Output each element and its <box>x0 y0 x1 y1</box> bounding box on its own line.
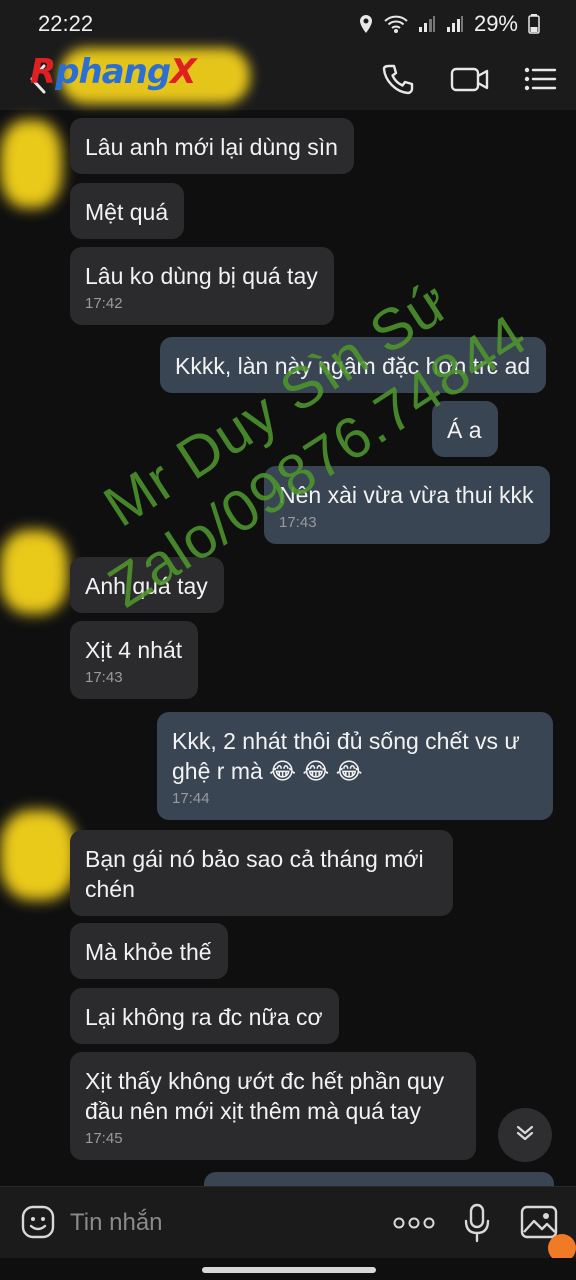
message-time: 17:43 <box>85 669 123 686</box>
message-time: 17:43 <box>279 514 317 531</box>
battery-icon <box>528 14 540 34</box>
message-bubble-incoming[interactable]: Xịt thấy không ướt đc hết phần quy đầu n… <box>70 1052 476 1160</box>
status-bar: 22:22 29% <box>0 0 576 48</box>
message-text: Kkk, 2 nhát thôi đủ sống chết vs ư <box>172 728 520 754</box>
message-text: Kkkk, làn này ngâm đặc hơn trc ad <box>175 353 531 379</box>
battery-percent: 29% <box>473 11 518 36</box>
image-gallery-icon[interactable] <box>520 1204 558 1240</box>
message-time: 17:45 <box>85 1130 123 1147</box>
message-text: Bạn gái nó bảo sao cả tháng mới <box>85 846 424 872</box>
status-time: 22:22 <box>38 11 94 36</box>
message-list[interactable]: Lâu anh mới lại dùng sìn Mệt quá Lâu ko … <box>0 110 576 1202</box>
message-text-line2: ghệ r mà 😂 😂 😂 <box>172 758 363 784</box>
message-time: 17:44 <box>172 790 210 807</box>
watermark: Mr Duy Sìn Sứ Zalo/09876.74844 <box>58 178 576 622</box>
signal-icon-2 <box>446 15 464 33</box>
redacted-avatar <box>0 810 76 900</box>
message-bubble-incoming[interactable]: Lâu anh mới lại dùng sìn <box>70 118 354 174</box>
emoji-icon[interactable] <box>20 1204 56 1240</box>
message-input[interactable]: Tin nhắn <box>70 1209 163 1237</box>
menu-list-icon[interactable] <box>522 62 558 96</box>
message-text: Mệt quá <box>85 199 169 225</box>
message-text: Lại không ra đc nữa cơ <box>85 1004 323 1030</box>
chat-header: RphangX <box>0 48 576 110</box>
message-bubble-outgoing[interactable]: Kkkk, làn này ngâm đặc hơn trc ad <box>160 337 547 393</box>
more-options-icon[interactable] <box>392 1213 436 1233</box>
brand-logo: RphangX <box>30 52 196 92</box>
message-bubble-incoming[interactable]: Mà khỏe thế <box>70 923 228 979</box>
video-call-icon[interactable] <box>450 62 490 96</box>
message-bubble-incoming[interactable]: Xịt 4 nhát 17:43 <box>70 621 199 699</box>
message-bubble-incoming[interactable]: Anh quá tay <box>70 557 224 613</box>
message-bubble-outgoing[interactable]: Á a <box>432 401 498 457</box>
double-chevron-down-icon <box>513 1121 537 1150</box>
message-bubble-outgoing[interactable]: Nên xài vừa vừa thui kkk 17:43 <box>264 466 550 544</box>
message-text: Lâu anh mới lại dùng sìn <box>85 134 338 160</box>
message-text: Á a <box>447 417 482 443</box>
message-text: Lâu ko dùng bị quá tay <box>85 263 318 289</box>
message-text: Mà khỏe thế <box>85 939 212 965</box>
message-text: Anh quá tay <box>85 573 208 599</box>
wifi-icon <box>384 14 408 34</box>
message-composer: Tin nhắn <box>0 1186 576 1258</box>
status-icons: 29% <box>358 11 540 37</box>
signal-icon-1 <box>418 15 436 33</box>
message-bubble-incoming[interactable]: Lại không ra đc nữa cơ <box>70 988 339 1044</box>
message-bubble-incoming[interactable]: Bạn gái nó bảo sao cả tháng mới chén <box>70 830 453 916</box>
message-bubble-outgoing[interactable]: Kkk, 2 nhát thôi đủ sống chết vs ư ghệ r… <box>157 712 553 820</box>
message-bubble-incoming[interactable]: Lâu ko dùng bị quá tay 17:42 <box>70 247 334 325</box>
phone-icon[interactable] <box>380 62 416 96</box>
message-text-line2: chén <box>85 876 135 902</box>
message-time: 17:42 <box>85 295 123 312</box>
message-bubble-incoming[interactable]: Mệt quá <box>70 183 185 239</box>
microphone-icon[interactable] <box>464 1203 490 1243</box>
message-text: Xịt 4 nhát <box>85 637 183 663</box>
message-text: Nên xài vừa vừa thui kkk <box>279 482 534 508</box>
redacted-avatar <box>0 120 62 208</box>
home-gesture-handle[interactable] <box>202 1267 376 1273</box>
message-text-line2: đầu nên mới xịt thêm mà quá tay <box>85 1098 421 1124</box>
message-text: Xịt thấy không ướt đc hết phần quy <box>85 1068 445 1094</box>
location-icon <box>358 14 374 34</box>
scroll-to-bottom-button[interactable] <box>498 1108 552 1162</box>
redacted-avatar <box>0 530 68 614</box>
